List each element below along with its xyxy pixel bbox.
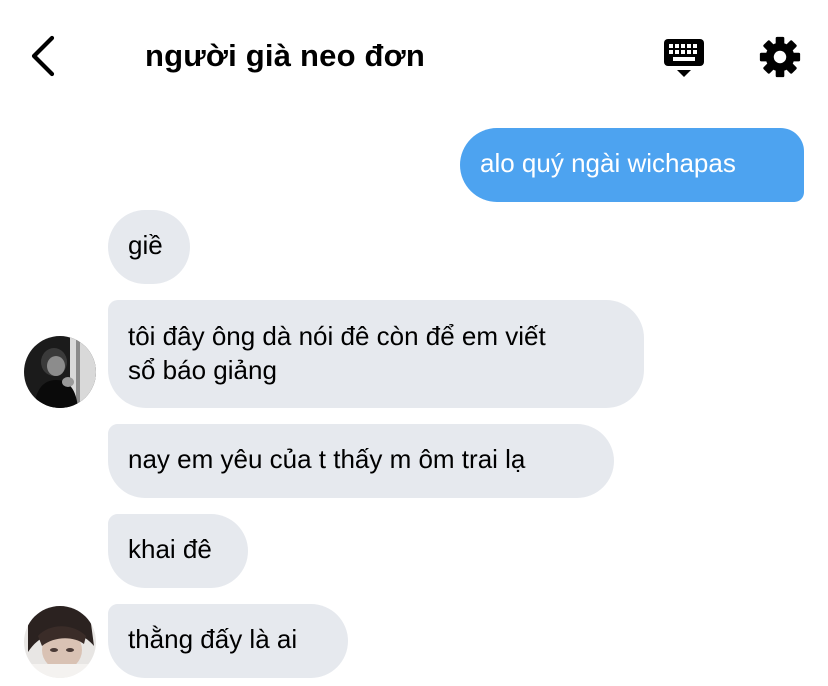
chat-title: người già neo đơn <box>145 38 426 73</box>
avatar[interactable] <box>24 606 96 678</box>
message-bubble-incoming[interactable]: giề <box>108 210 190 284</box>
avatar-image <box>24 606 96 678</box>
avatar-image <box>24 336 96 408</box>
gear-icon <box>759 36 801 78</box>
settings-button[interactable] <box>756 34 804 80</box>
message-bubble-incoming[interactable]: khai đê <box>108 514 248 588</box>
message-bubble-incoming[interactable]: tôi đây ông dà nói đê còn để em viết sổ … <box>108 300 644 408</box>
avatar[interactable] <box>24 336 96 408</box>
message-text: nay em yêu của t thấy m ôm trai lạ <box>128 444 526 474</box>
message-text-line: sổ báo giảng <box>128 355 277 385</box>
message-bubble-outgoing[interactable]: alo quý ngài wichapas <box>460 128 804 202</box>
message-text: alo quý ngài wichapas <box>480 148 736 178</box>
keyboard-icon <box>664 39 704 77</box>
message-text: thằng đấy là ai <box>128 624 298 654</box>
message-text: khai đê <box>128 534 212 564</box>
message-text-line: tôi đây ông dà nói đê còn để em viết <box>128 321 546 351</box>
message-bubble-incoming[interactable]: thằng đấy là ai <box>108 604 348 678</box>
chevron-left-icon <box>31 35 55 77</box>
message-text: giề <box>128 230 163 260</box>
back-button[interactable] <box>22 32 66 80</box>
chat-header: người già neo đơn <box>0 0 828 110</box>
keyboard-button[interactable] <box>660 36 708 80</box>
message-bubble-incoming[interactable]: nay em yêu của t thấy m ôm trai lạ <box>108 424 614 498</box>
